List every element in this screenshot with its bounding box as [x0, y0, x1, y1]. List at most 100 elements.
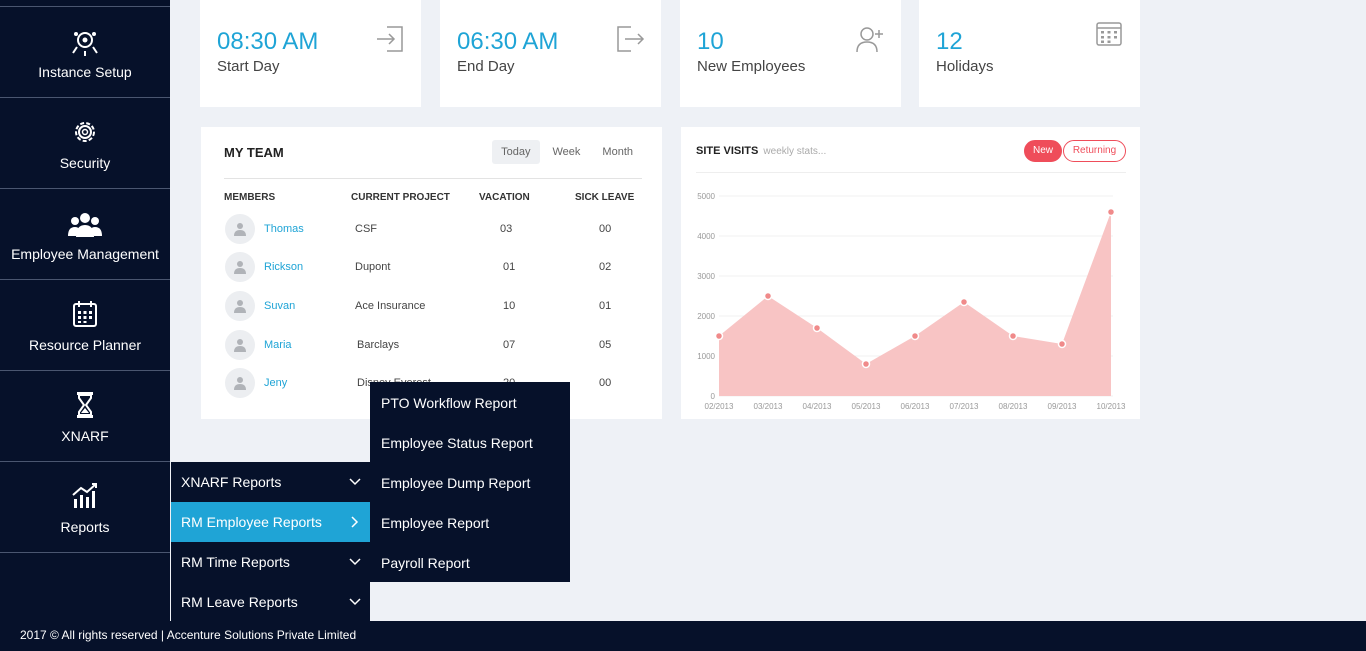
- project-cell: Dupont: [355, 261, 391, 273]
- stat-card-new-employees: 10 New Employees: [680, 0, 901, 107]
- sick-leave-cell: 00: [599, 377, 612, 389]
- data-point: [910, 331, 920, 341]
- returning-toggle-button[interactable]: Returning: [1063, 140, 1126, 162]
- panel-title: MY TEAM: [224, 145, 284, 160]
- sidebar-item-label: Security: [59, 155, 111, 171]
- sidebar-item-label: Resource Planner: [28, 337, 142, 353]
- y-tick-label: 0: [711, 392, 716, 401]
- stat-caption: New Employees: [697, 58, 806, 75]
- add-user-icon: [855, 24, 885, 54]
- stat-card-end-day: 06:30 AM End Day: [440, 0, 661, 107]
- vacation-cell: 07: [503, 339, 516, 351]
- project-cell: Ace Insurance: [355, 300, 426, 312]
- sidebar-item-employee-management[interactable]: Employee Management: [0, 189, 170, 280]
- project-cell: Barclays: [357, 339, 400, 351]
- data-point: [861, 359, 871, 369]
- chevron-right-icon: [348, 502, 362, 542]
- sidebar-item-instance-setup[interactable]: Instance Setup: [0, 7, 170, 98]
- sidebar-item-label: Employee Management: [11, 246, 159, 262]
- menu-item-label: XNARF Reports: [181, 474, 282, 490]
- calendar-icon: [0, 300, 170, 330]
- stat-card-holidays: 12 Holidays: [919, 0, 1140, 107]
- calendar-icon: [1094, 18, 1124, 48]
- menu-item-employee-dump-report[interactable]: Employee Dump Report: [370, 463, 570, 503]
- gear-icon: [0, 118, 170, 148]
- member-name-link[interactable]: Jeny: [264, 377, 287, 389]
- y-tick-label: 4000: [697, 232, 715, 241]
- vacation-cell: 03: [500, 223, 513, 235]
- footer-text: 2017 © All rights reserved | Accenture S…: [20, 628, 357, 642]
- sidebar: Instance Setup Security Employee Managem…: [0, 0, 170, 621]
- data-point: [1106, 207, 1116, 217]
- column-header-sick-leave: SICK LEAVE: [575, 192, 635, 203]
- menu-item-employee-status-report[interactable]: Employee Status Report: [370, 423, 570, 463]
- panel-title-text: SITE VISITS: [696, 145, 759, 157]
- y-tick-label: 1000: [697, 352, 715, 361]
- menu-item-rm-employee-reports[interactable]: RM Employee Reports: [171, 502, 370, 542]
- table-row: Thomas CSF 03 00: [201, 214, 662, 252]
- project-cell: CSF: [355, 223, 377, 235]
- member-name-link[interactable]: Rickson: [264, 261, 303, 273]
- chevron-down-icon: [348, 582, 362, 622]
- sick-leave-cell: 02: [599, 261, 612, 273]
- y-tick-label: 5000: [697, 192, 715, 201]
- new-toggle-button[interactable]: New: [1024, 140, 1062, 162]
- data-point: [812, 323, 822, 333]
- stat-value: 06:30 AM: [457, 28, 559, 55]
- chevron-down-icon: [348, 462, 362, 502]
- vacation-cell: 10: [503, 300, 516, 312]
- member-name-link[interactable]: Thomas: [264, 223, 304, 235]
- member-name-link[interactable]: Maria: [264, 339, 292, 351]
- tab-week[interactable]: Week: [544, 140, 590, 164]
- reports-submenu: XNARF Reports RM Employee Reports RM Tim…: [171, 462, 370, 621]
- menu-item-payroll-report[interactable]: Payroll Report: [370, 543, 570, 583]
- stat-caption: Holidays: [936, 58, 994, 75]
- chevron-down-icon: [348, 542, 362, 582]
- x-tick-label: 07/2013: [950, 402, 979, 411]
- panel-title: SITE VISITS weekly stats...: [696, 145, 826, 157]
- avatar: [225, 214, 255, 244]
- divider: [224, 178, 642, 179]
- divider: [696, 172, 1126, 173]
- menu-item-rm-leave-reports[interactable]: RM Leave Reports: [171, 582, 370, 622]
- sidebar-item-resource-planner[interactable]: Resource Planner: [0, 280, 170, 371]
- menu-item-label: RM Leave Reports: [181, 594, 298, 610]
- sidebar-item-label: XNARF: [61, 428, 109, 444]
- y-tick-label: 3000: [697, 272, 715, 281]
- vacation-cell: 01: [503, 261, 516, 273]
- sidebar-item-xnarf[interactable]: XNARF: [0, 371, 170, 462]
- stat-value: 12: [936, 28, 963, 55]
- x-tick-label: 04/2013: [803, 402, 832, 411]
- employee-reports-flyout: PTO Workflow Report Employee Status Repo…: [370, 382, 570, 582]
- hourglass-icon: [0, 391, 170, 421]
- panel-subtitle: weekly stats...: [763, 146, 827, 157]
- tab-today[interactable]: Today: [492, 140, 540, 164]
- avatar: [225, 368, 255, 398]
- member-name-link[interactable]: Suvan: [264, 300, 295, 312]
- menu-item-rm-time-reports[interactable]: RM Time Reports: [171, 542, 370, 582]
- x-tick-label: 05/2013: [852, 402, 881, 411]
- avatar: [225, 252, 255, 282]
- stat-card-start-day: 08:30 AM Start Day: [200, 0, 421, 107]
- sidebar-item-reports[interactable]: Reports: [0, 462, 170, 553]
- avatar: [225, 291, 255, 321]
- footer: 2017 © All rights reserved | Accenture S…: [0, 621, 1366, 651]
- data-point: [959, 297, 969, 307]
- x-tick-label: 02/2013: [705, 402, 734, 411]
- my-team-panel: MY TEAM Today Week Month MEMBERS CURRENT…: [201, 127, 662, 419]
- sidebar-item-label: Reports: [60, 519, 110, 535]
- menu-item-label: RM Time Reports: [181, 554, 290, 570]
- table-row: Rickson Dupont 01 02: [201, 252, 662, 290]
- sign-out-icon: [615, 24, 645, 54]
- tab-month[interactable]: Month: [593, 140, 642, 164]
- menu-item-xnarf-reports[interactable]: XNARF Reports: [171, 462, 370, 502]
- bar-chart-icon: [0, 482, 170, 512]
- data-point: [714, 331, 724, 341]
- stat-caption: Start Day: [217, 58, 280, 75]
- menu-item-employee-report[interactable]: Employee Report: [370, 503, 570, 543]
- instance-setup-icon: [0, 27, 170, 57]
- data-point: [1057, 339, 1067, 349]
- sick-leave-cell: 00: [599, 223, 612, 235]
- menu-item-pto-workflow-report[interactable]: PTO Workflow Report: [370, 383, 570, 423]
- sidebar-item-security[interactable]: Security: [0, 98, 170, 189]
